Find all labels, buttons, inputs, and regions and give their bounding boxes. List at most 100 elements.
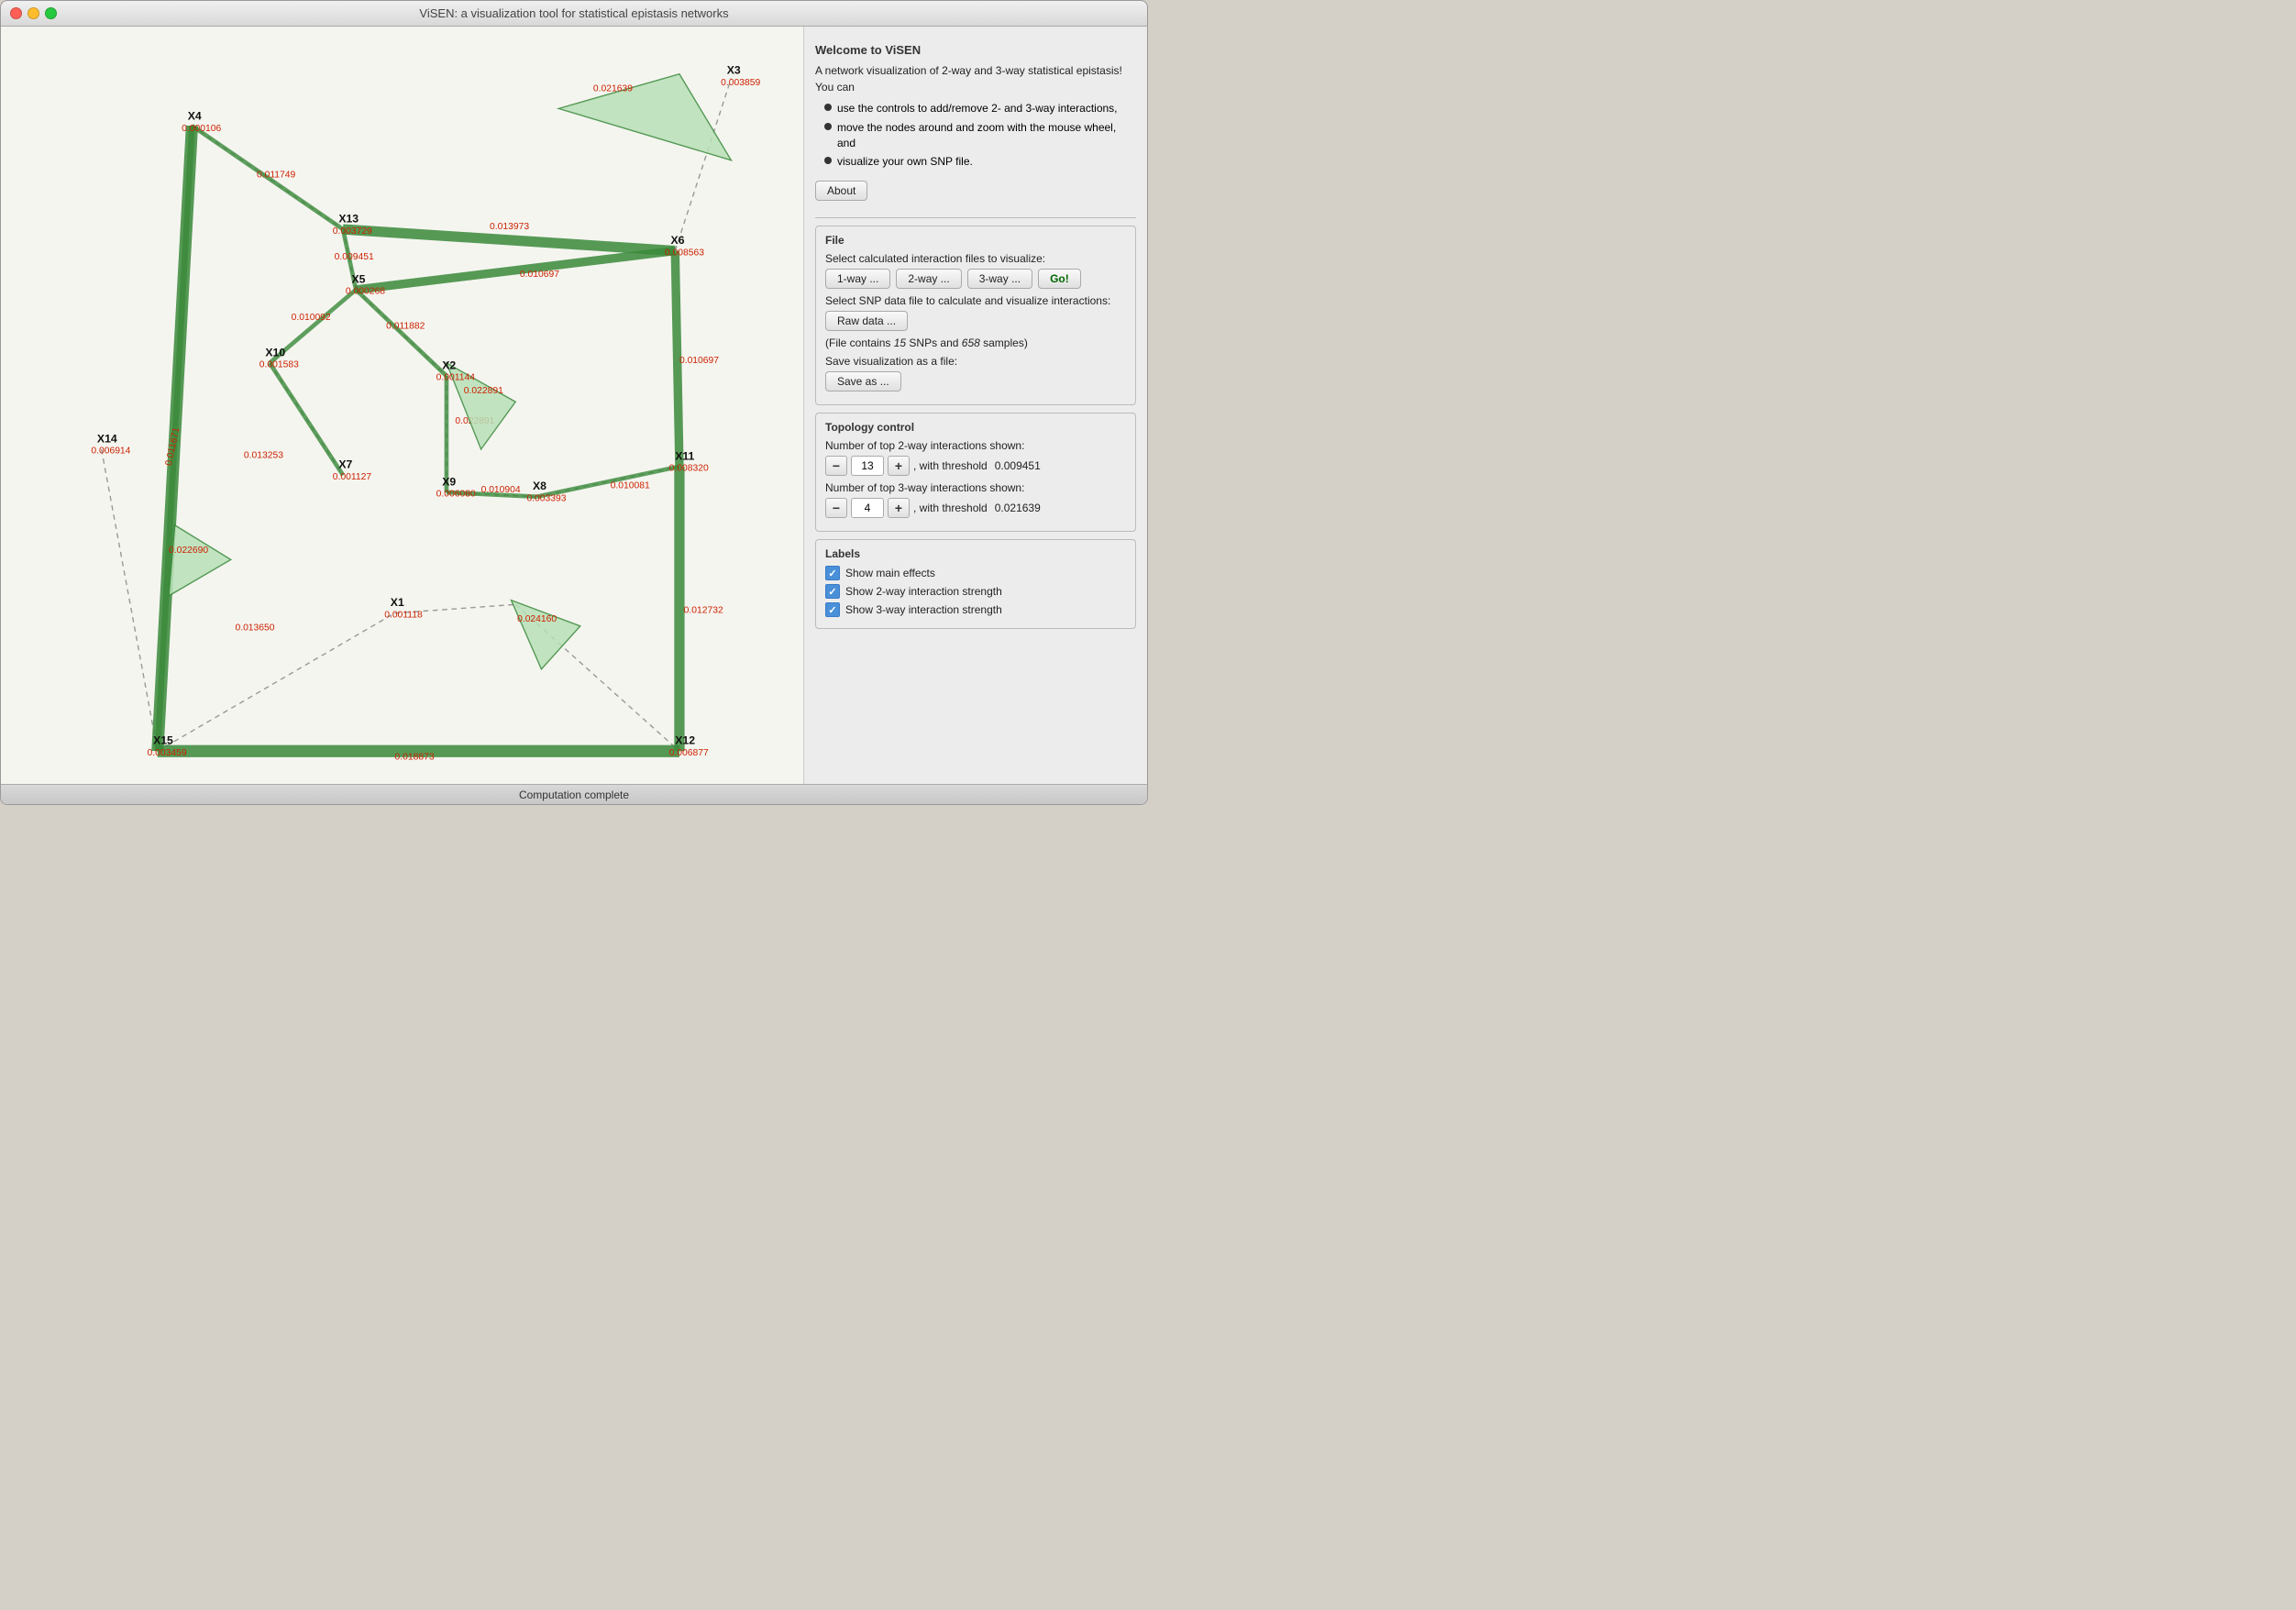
node-x7-label: X7 <box>338 458 352 471</box>
about-button[interactable]: About <box>815 181 867 201</box>
thin-edges <box>158 126 679 751</box>
btn-go[interactable]: Go! <box>1038 269 1081 289</box>
edge-label-x15-x12: 0.018873 <box>395 753 435 763</box>
edge-label-x8-x11: 0.010081 <box>611 480 650 491</box>
node-x6-val: 0.008563 <box>665 248 704 258</box>
right-panel: Welcome to ViSEN A network visualization… <box>803 27 1147 784</box>
node-x1-label: X1 <box>391 596 404 609</box>
labels-title: Labels <box>825 547 1126 560</box>
canvas-area[interactable]: 0.011671 0.011749 0.013973 0.009451 0.01… <box>1 27 803 784</box>
node-x15-label: X15 <box>153 734 173 747</box>
btn-1way[interactable]: 1-way ... <box>825 269 890 289</box>
btn-3way[interactable]: 3-way ... <box>967 269 1032 289</box>
node-x9-val: 0.006080 <box>436 490 476 500</box>
node-x2-label: X2 <box>442 358 456 371</box>
sample-count: 658 <box>962 336 980 349</box>
checkbox-main[interactable]: ✓ <box>825 566 840 580</box>
edge-label-x9-x8: 0.010904 <box>481 485 521 495</box>
node-x3-label: X3 <box>727 64 741 77</box>
triangle-label-3: 0.022690 <box>169 546 208 556</box>
btn-raw-data[interactable]: Raw data ... <box>825 311 908 331</box>
checkbox-main-label: Show main effects <box>845 567 935 579</box>
checkbox-main-check: ✓ <box>828 568 836 579</box>
checkbox-3way-label: Show 3-way interaction strength <box>845 603 1002 616</box>
node-x12-val: 0.006877 <box>669 748 709 758</box>
edge-label-x15-x4: 0.013650 <box>235 623 274 634</box>
triangle-label-2: 0.022891 <box>464 386 503 396</box>
threeway-threshold: 0.021639 <box>995 502 1041 514</box>
interaction-label: Select calculated interaction files to v… <box>825 252 1126 265</box>
edge-label-x4-x13: 0.011749 <box>257 171 296 181</box>
node-x11-label: X11 <box>675 449 694 462</box>
node-x1-val: 0.001118 <box>384 610 423 620</box>
node-x2-val: 0.001144 <box>436 373 476 383</box>
welcome-title: Welcome to ViSEN <box>815 43 1136 57</box>
close-button[interactable] <box>10 7 22 19</box>
checkbox-2way-label: Show 2-way interaction strength <box>845 585 1002 598</box>
snp-mid: SNPs and <box>906 336 962 349</box>
welcome-intro: A network visualization of 2-way and 3-w… <box>815 62 1136 95</box>
bullet-text-2: move the nodes around and zoom with the … <box>837 120 1136 151</box>
snp-count: 15 <box>894 336 906 349</box>
window-title: ViSEN: a visualization tool for statisti… <box>419 6 728 20</box>
bullet-dot-1 <box>824 104 832 111</box>
node-x10-val: 0.001583 <box>259 360 299 370</box>
bullet-item-3: visualize your own SNP file. <box>824 154 1136 170</box>
triangle-label-4: 0.024160 <box>517 614 557 624</box>
checkbox-3way-check: ✓ <box>828 604 836 616</box>
maximize-button[interactable] <box>45 7 57 19</box>
node-x14-label: X14 <box>97 432 117 445</box>
file-buttons-row: 1-way ... 2-way ... 3-way ... Go! <box>825 269 1126 289</box>
threeway-plus[interactable]: + <box>888 498 910 518</box>
snp-info: (File contains 15 SNPs and 658 samples) <box>825 336 1126 349</box>
traffic-lights <box>10 7 57 19</box>
main-window: ViSEN: a visualization tool for statisti… <box>0 0 1148 805</box>
checkbox-2way[interactable]: ✓ <box>825 584 840 599</box>
twoway-value: 13 <box>851 456 884 476</box>
node-x12-label: X12 <box>675 734 695 747</box>
twoway-minus[interactable]: − <box>825 456 847 476</box>
twoway-threshold: 0.009451 <box>995 459 1041 472</box>
bullet-item-1: use the controls to add/remove 2- and 3-… <box>824 101 1136 116</box>
labels-section: Labels ✓ Show main effects ✓ Show 2-way … <box>815 539 1136 629</box>
main-content: 0.011671 0.011749 0.013973 0.009451 0.01… <box>1 27 1147 784</box>
node-x7-val: 0.001127 <box>333 472 372 482</box>
node-x4-label: X4 <box>188 110 202 123</box>
checkbox-3way[interactable]: ✓ <box>825 602 840 617</box>
snp-info-pre: (File contains <box>825 336 894 349</box>
checkbox-2way-row[interactable]: ✓ Show 2-way interaction strength <box>825 584 1126 599</box>
minimize-button[interactable] <box>28 7 39 19</box>
btn-2way[interactable]: 2-way ... <box>896 269 961 289</box>
bullet-text-3: visualize your own SNP file. <box>837 154 973 170</box>
edge-label-x13-x6: 0.013973 <box>490 222 529 232</box>
save-row: Save as ... <box>825 371 1126 391</box>
btn-save-as[interactable]: Save as ... <box>825 371 901 391</box>
status-text: Computation complete <box>519 788 629 801</box>
network-svg[interactable]: 0.011671 0.011749 0.013973 0.009451 0.01… <box>1 27 803 784</box>
twoway-label: Number of top 2-way interactions shown: <box>825 439 1126 452</box>
node-x10-label: X10 <box>265 346 285 358</box>
dashed-edges <box>102 78 732 751</box>
threeway-minus[interactable]: − <box>825 498 847 518</box>
twoway-plus[interactable]: + <box>888 456 910 476</box>
node-x9-label: X9 <box>442 475 456 488</box>
divider-1 <box>815 217 1136 218</box>
file-title: File <box>825 234 1126 247</box>
snp-label: Select SNP data file to calculate and vi… <box>825 294 1126 307</box>
bullet-text-1: use the controls to add/remove 2- and 3-… <box>837 101 1118 116</box>
edge-label-x5-x10: 0.010092 <box>292 313 331 323</box>
threeway-label: Number of top 3-way interactions shown: <box>825 481 1126 494</box>
topology-title: Topology control <box>825 421 1126 434</box>
node-x13-val: 0.003729 <box>333 226 372 237</box>
node-x15-val: 0.003459 <box>148 748 187 758</box>
bullet-item-2: move the nodes around and zoom with the … <box>824 120 1136 151</box>
checkbox-main-row[interactable]: ✓ Show main effects <box>825 566 1126 580</box>
node-x8-label: X8 <box>533 480 546 492</box>
bullet-dot-2 <box>824 123 832 130</box>
node-x3-val: 0.003859 <box>721 78 760 88</box>
file-section: File Select calculated interaction files… <box>815 226 1136 405</box>
threeway-value: 4 <box>851 498 884 518</box>
threeway-row: − 4 + , with threshold 0.021639 <box>825 498 1126 518</box>
node-x8-val: 0.003393 <box>526 493 566 503</box>
checkbox-3way-row[interactable]: ✓ Show 3-way interaction strength <box>825 602 1126 617</box>
